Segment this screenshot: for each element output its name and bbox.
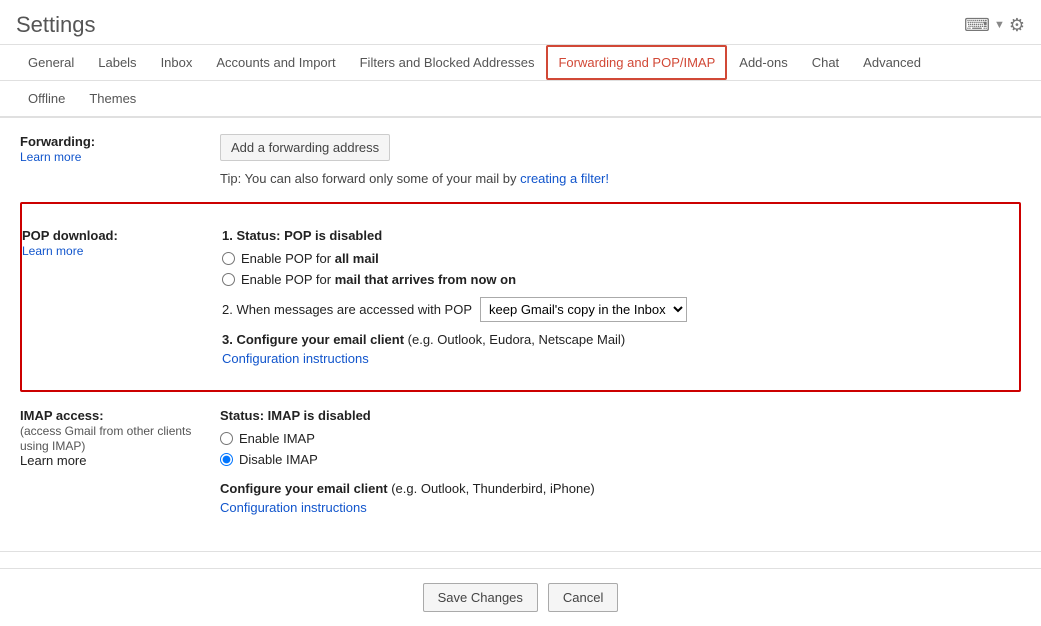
tab-advanced[interactable]: Advanced [851,45,933,80]
pop-action-dropdown[interactable]: keep Gmail's copy in the Inbox mark Gmai… [480,297,687,322]
add-forwarding-button[interactable]: Add a forwarding address [220,134,390,161]
header: Settings ⌨ ▼ ⚙ [0,0,1041,45]
pop-status: 1. Status: POP is disabled [222,228,1007,243]
tab-forwarding[interactable]: Forwarding and POP/IMAP [546,45,727,80]
tab-inbox[interactable]: Inbox [149,45,205,80]
imap-radio-disable[interactable] [220,453,233,466]
settings-content: Forwarding: Learn more Add a forwarding … [0,118,1041,547]
forwarding-label-col: Forwarding: Learn more [20,134,220,186]
header-icons: ⌨ ▼ ⚙ [964,15,1025,36]
pop-configure-row: 3. Configure your email client (e.g. Out… [222,332,1007,366]
imap-learn-more[interactable]: Learn more [20,453,86,468]
tab-accounts[interactable]: Accounts and Import [204,45,347,80]
pop-radio1-label: Enable POP for all mail [241,251,379,266]
nav-row1: General Labels Inbox Accounts and Import… [0,45,1041,81]
imap-configure-row: Configure your email client (e.g. Outloo… [220,481,1021,515]
dropdown-arrow-icon[interactable]: ▼ [994,19,1005,31]
tab-labels[interactable]: Labels [86,45,148,80]
save-button[interactable]: Save Changes [423,583,538,612]
nav-row2: Offline Themes [0,81,1041,118]
tab-filters[interactable]: Filters and Blocked Addresses [348,45,547,80]
imap-disable-label: Disable IMAP [239,452,318,467]
forwarding-section: Forwarding: Learn more Add a forwarding … [20,134,1021,186]
imap-sub-text: (access Gmail from other clients using I… [20,424,191,453]
pop-when-label: 2. When messages are accessed with POP [222,302,472,317]
forwarding-content: Add a forwarding address Tip: You can al… [220,134,1021,186]
gear-icon[interactable]: ⚙ [1009,15,1025,36]
pop-radio2-label: Enable POP for mail that arrives from no… [241,272,516,287]
imap-configure-label: Configure your email client (e.g. Outloo… [220,481,595,496]
pop-radio-from-now[interactable] [222,273,235,286]
imap-section: IMAP access: (access Gmail from other cl… [20,408,1021,515]
page-title: Settings [16,12,96,38]
imap-content: Status: IMAP is disabled Enable IMAP Dis… [220,408,1021,515]
tab-general[interactable]: General [16,45,86,80]
tab-chat[interactable]: Chat [800,45,851,80]
pop-label: POP download: [22,228,118,243]
pop-section: POP download: Learn more 1. Status: POP … [20,202,1021,392]
imap-radio-enable[interactable] [220,432,233,445]
pop-radio-row2: Enable POP for mail that arrives from no… [222,272,1007,287]
tab-addons[interactable]: Add-ons [727,45,799,80]
imap-label-col: IMAP access: (access Gmail from other cl… [20,408,220,515]
tab-offline[interactable]: Offline [16,81,77,116]
pop-radio-all[interactable] [222,252,235,265]
pop-configure-label: 3. Configure your email client (e.g. Out… [222,332,625,347]
pop-config-link[interactable]: Configuration instructions [222,351,1007,366]
forwarding-learn-more[interactable]: Learn more [20,150,81,164]
tab-themes[interactable]: Themes [77,81,148,116]
pop-when-row: 2. When messages are accessed with POP k… [222,297,1007,322]
imap-enable-label: Enable IMAP [239,431,315,446]
tip-text-static: Tip: You can also forward only some of y… [220,171,517,186]
imap-radio-row1: Enable IMAP [220,431,1021,446]
pop-radio-row1: Enable POP for all mail [222,251,1007,266]
pop-learn-more[interactable]: Learn more [22,244,83,258]
imap-label: IMAP access: [20,408,104,423]
footer-divider [0,551,1041,552]
pop-status-text: 1. Status: POP is disabled [222,228,382,243]
imap-radio-row2: Disable IMAP [220,452,1021,467]
forwarding-label: Forwarding: [20,134,95,149]
footer-bar: Save Changes Cancel [0,568,1041,626]
keyboard-icon[interactable]: ⌨ [964,15,990,36]
imap-config-link[interactable]: Configuration instructions [220,500,1021,515]
cancel-button[interactable]: Cancel [548,583,618,612]
creating-filter-link[interactable]: creating a filter! [520,171,609,186]
pop-label-col: POP download: Learn more [22,216,222,378]
imap-status-text: Status: IMAP is disabled [220,408,1021,423]
pop-content: 1. Status: POP is disabled Enable POP fo… [222,216,1019,378]
forwarding-tip: Tip: You can also forward only some of y… [220,171,1021,186]
